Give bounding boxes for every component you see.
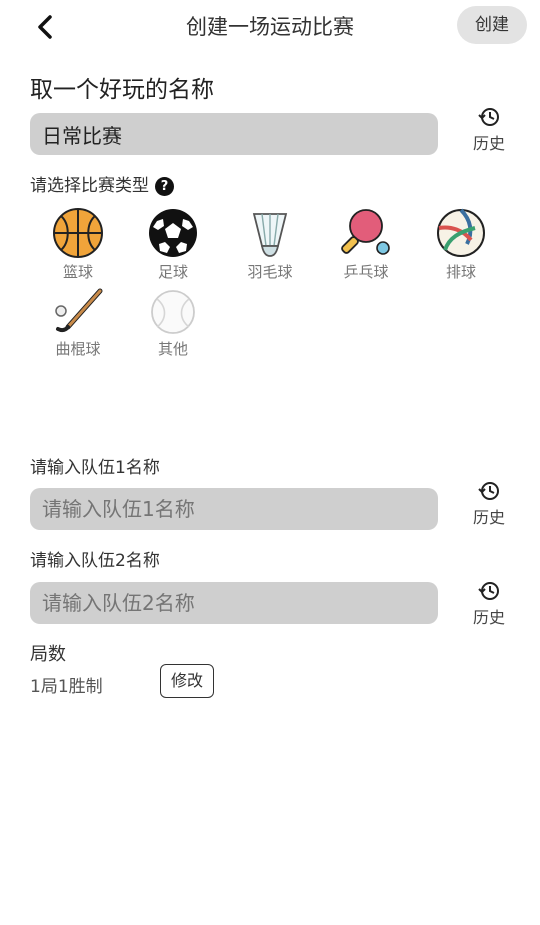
history-icon xyxy=(478,108,499,126)
team2-label: 请输入队伍2名称 xyxy=(30,551,160,571)
team2-name-input[interactable] xyxy=(30,582,438,624)
sport-label: 其他 xyxy=(157,340,188,358)
hockey-stick-icon xyxy=(55,288,103,333)
sport-label: 足球 xyxy=(157,263,188,281)
sport-label: 曲棍球 xyxy=(55,340,101,358)
sport-soccer[interactable]: 足球 xyxy=(133,206,213,282)
sport-volleyball[interactable]: 排球 xyxy=(421,206,501,282)
soccer-ball-icon xyxy=(149,209,197,257)
match-name-input[interactable]: 日常比赛 xyxy=(30,113,438,155)
rounds-title: 局数 xyxy=(30,644,66,665)
team2-history-button[interactable]: 历史 xyxy=(461,580,517,628)
type-section-label: 请选择比赛类型 xyxy=(30,176,149,196)
team1-history-label: 历史 xyxy=(472,508,505,527)
sport-other[interactable]: 其他 xyxy=(133,287,213,359)
team1-name-input[interactable] xyxy=(30,488,438,530)
sport-label: 乒乓球 xyxy=(343,263,389,281)
ping-pong-paddle-icon xyxy=(341,209,390,255)
team2-history-label: 历史 xyxy=(472,608,505,627)
sport-label: 排球 xyxy=(445,263,476,281)
modify-rounds-button[interactable]: 修改 xyxy=(160,664,214,698)
other-ball-icon xyxy=(151,290,195,334)
history-icon xyxy=(478,582,499,600)
team1-label: 请输入队伍1名称 xyxy=(30,458,160,478)
volleyball-icon xyxy=(437,208,485,257)
help-icon[interactable]: ? xyxy=(155,176,174,196)
rounds-value: 1局1胜制 xyxy=(30,677,103,697)
name-history-label: 历史 xyxy=(472,134,505,153)
sport-label: 羽毛球 xyxy=(247,263,293,281)
shuttlecock-icon xyxy=(252,213,288,257)
basketball-icon xyxy=(53,208,103,258)
team1-history-button[interactable]: 历史 xyxy=(461,480,517,528)
type-section-title: 请选择比赛类型? xyxy=(30,171,174,196)
sport-badminton[interactable]: 羽毛球 xyxy=(230,206,310,282)
sport-hockey[interactable]: 曲棍球 xyxy=(38,287,118,359)
sport-pingpong[interactable]: 乒乓球 xyxy=(326,206,406,282)
name-section-title: 取一个好玩的名称 xyxy=(30,77,214,103)
sport-basketball[interactable]: 篮球 xyxy=(38,206,118,282)
name-history-button[interactable]: 历史 xyxy=(461,106,517,154)
create-button[interactable]: 创建 xyxy=(457,6,527,44)
sport-label: 篮球 xyxy=(62,263,93,281)
history-icon xyxy=(478,482,499,500)
